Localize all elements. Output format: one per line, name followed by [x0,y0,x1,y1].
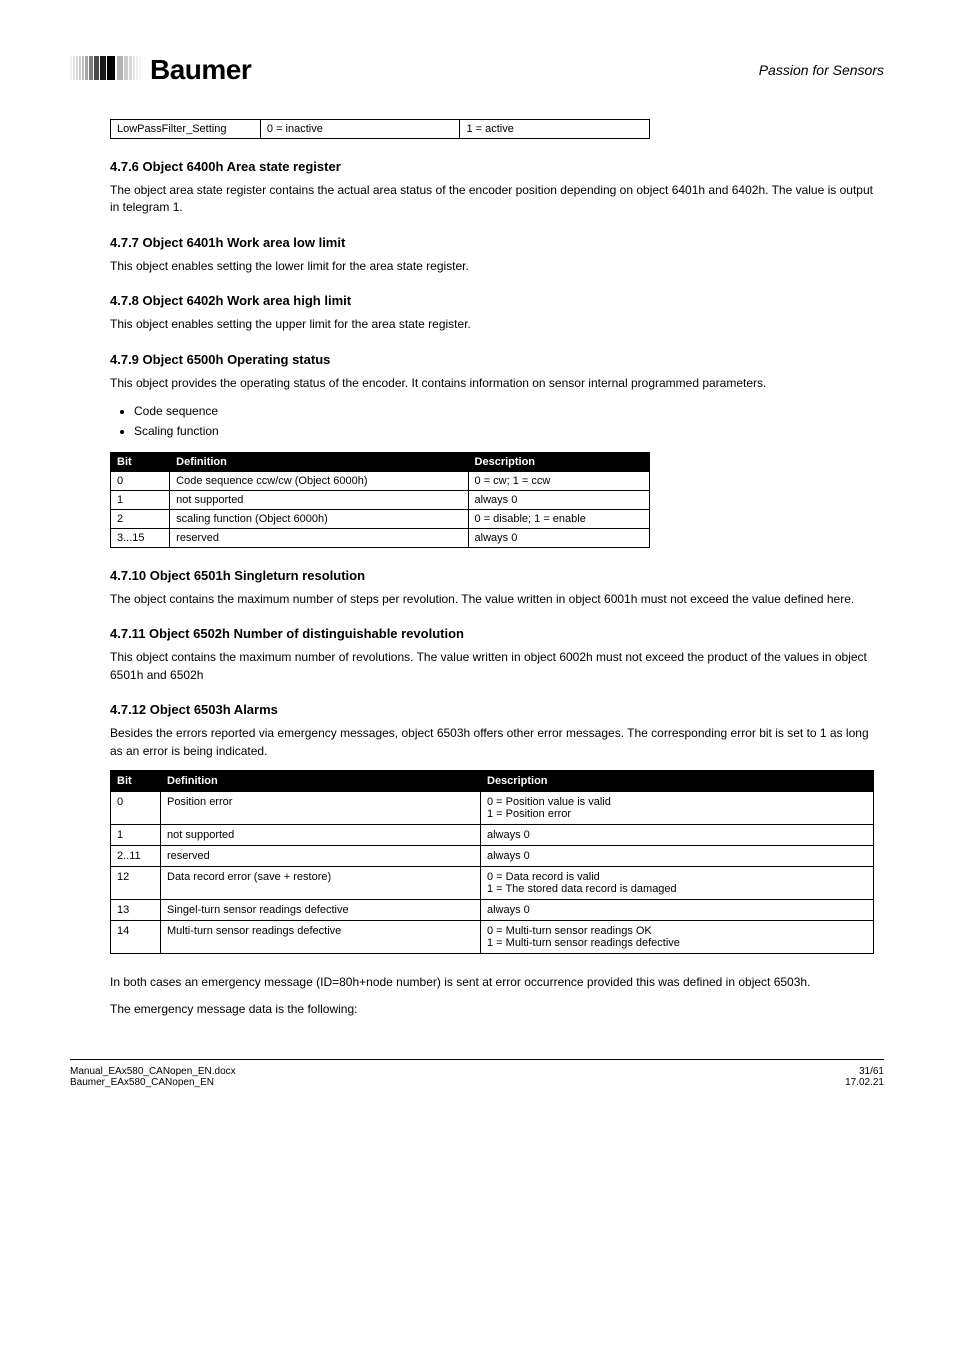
cell: 1 = active [460,120,650,139]
cell: 0 = Data record is valid1 = The stored d… [481,866,874,899]
body-text: The emergency message data is the follow… [110,1001,874,1018]
section-title: 4.7.6 Object 6400h Area state register [110,159,874,174]
logo-text: Baumer [150,54,251,86]
body-text: This object enables setting the upper li… [110,316,874,333]
section-title: 4.7.8 Object 6402h Work area high limit [110,293,874,308]
cell: Singel-turn sensor readings defective [161,899,481,920]
table-row: 14 Multi-turn sensor readings defective … [111,920,874,953]
body-text: Besides the errors reported via emergenc… [110,725,874,760]
body-text: This object provides the operating statu… [110,375,874,392]
cell: always 0 [468,490,649,509]
lowpass-table: LowPassFilter_Setting 0 = inactive 1 = a… [110,119,650,139]
table-row: 3...15 reserved always 0 [111,528,650,547]
body-text: The object area state register contains … [110,182,874,217]
section-title: 4.7.7 Object 6401h Work area low limit [110,235,874,250]
cell: LowPassFilter_Setting [111,120,261,139]
cell: Multi-turn sensor readings defective [161,920,481,953]
cell: always 0 [481,845,874,866]
body-text: This object contains the maximum number … [110,649,874,684]
body-text: In both cases an emergency message (ID=8… [110,974,874,991]
operating-status-table: Bit Definition Description 0 Code sequen… [110,452,650,548]
cell: 1 [111,824,161,845]
alarms-table: Bit Definition Description 0 Position er… [110,770,874,954]
footer-right: 31/61 17.02.21 [845,1066,884,1088]
cell: 2..11 [111,845,161,866]
cell: 3...15 [111,528,170,547]
cell: always 0 [468,528,649,547]
table-header: Definition [161,770,481,791]
cell: not supported [161,824,481,845]
section-title: 4.7.12 Object 6503h Alarms [110,702,874,717]
cell: 0 [111,791,161,824]
cell: reserved [170,528,468,547]
cell: not supported [170,490,468,509]
body-text: This object enables setting the lower li… [110,258,874,275]
cell: reserved [161,845,481,866]
table-row: 12 Data record error (save + restore) 0 … [111,866,874,899]
table-header: Description [468,452,649,471]
list-item: Code sequence [134,402,874,420]
cell: 1 [111,490,170,509]
table-row: 13 Singel-turn sensor readings defective… [111,899,874,920]
cell: Code sequence ccw/cw (Object 6000h) [170,471,468,490]
table-row: LowPassFilter_Setting 0 = inactive 1 = a… [111,120,650,139]
cell: scaling function (Object 6000h) [170,509,468,528]
cell: 14 [111,920,161,953]
footer-left: Manual_EAx580_CANopen_EN.docx Baumer_EAx… [70,1066,236,1088]
cell: 0 = disable; 1 = enable [468,509,649,528]
footer-text: Manual_EAx580_CANopen_EN.docx [70,1066,236,1077]
list-item: Scaling function [134,422,874,440]
table-header: Definition [170,452,468,471]
cell: Position error [161,791,481,824]
table-row: 0 Code sequence ccw/cw (Object 6000h) 0 … [111,471,650,490]
cell: 0 = inactive [260,120,460,139]
cell: 0 = cw; 1 = ccw [468,471,649,490]
table-row: 1 not supported always 0 [111,824,874,845]
table-row: 1 not supported always 0 [111,490,650,509]
table-header: Bit [111,770,161,791]
page-number: 31/61 [845,1066,884,1077]
cell: always 0 [481,824,874,845]
table-row: 2..11 reserved always 0 [111,845,874,866]
table-header: Bit [111,452,170,471]
section-title: 4.7.10 Object 6501h Singleturn resolutio… [110,568,874,583]
page-footer: Manual_EAx580_CANopen_EN.docx Baumer_EAx… [70,1059,884,1088]
page-header: Baumer Passion for Sensors [70,50,884,89]
cell: 0 [111,471,170,490]
logo-icon [70,50,150,89]
cell: always 0 [481,899,874,920]
footer-text: Baumer_EAx580_CANopen_EN [70,1077,236,1088]
table-header: Description [481,770,874,791]
cell: 2 [111,509,170,528]
section-title: 4.7.11 Object 6502h Number of distinguis… [110,626,874,641]
body-text: The object contains the maximum number o… [110,591,874,608]
tagline: Passion for Sensors [759,62,884,78]
cell: Data record error (save + restore) [161,866,481,899]
logo-area: Baumer [70,50,251,89]
section-title: 4.7.9 Object 6500h Operating status [110,352,874,367]
cell: 0 = Multi-turn sensor readings OK1 = Mul… [481,920,874,953]
cell: 0 = Position value is valid1 = Position … [481,791,874,824]
footer-date: 17.02.21 [845,1077,884,1088]
cell: 12 [111,866,161,899]
table-row: 0 Position error 0 = Position value is v… [111,791,874,824]
table-row: 2 scaling function (Object 6000h) 0 = di… [111,509,650,528]
cell: 13 [111,899,161,920]
bullet-list: Code sequence Scaling function [134,402,874,440]
